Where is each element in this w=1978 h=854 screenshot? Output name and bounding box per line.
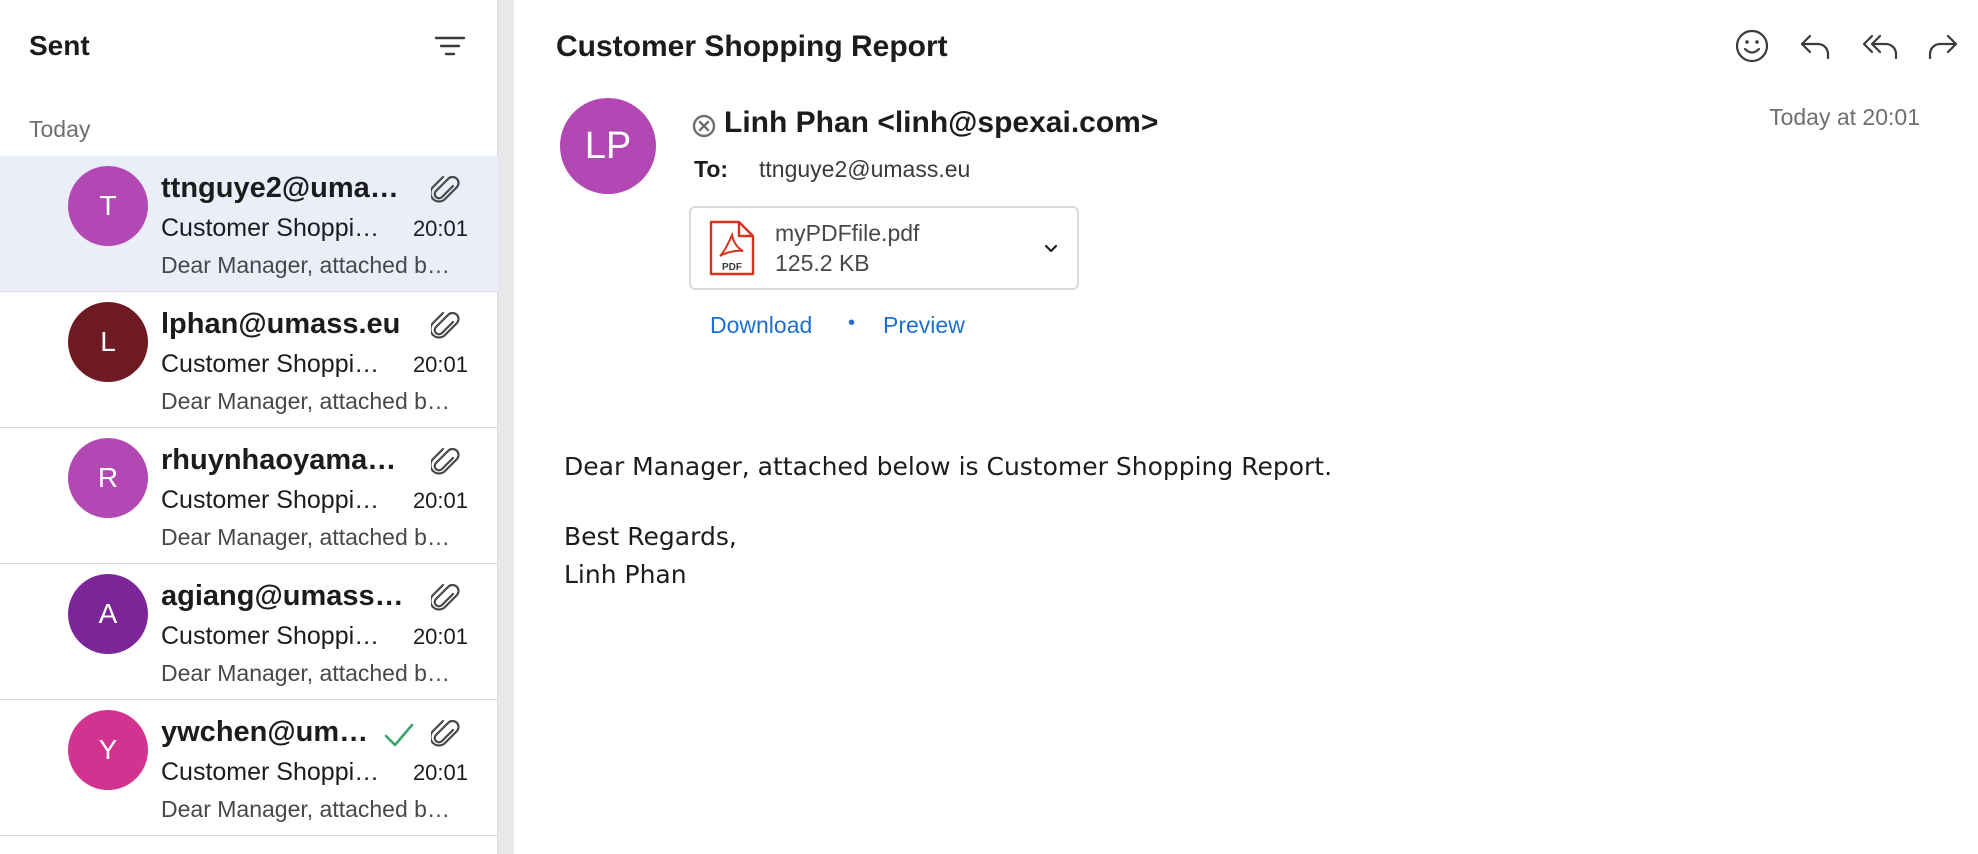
message-sender: ttnguye2@umass.eu — [161, 172, 411, 204]
download-link[interactable]: Download — [710, 312, 812, 339]
attachment-icon — [429, 174, 461, 208]
attachment-card[interactable]: PDF myPDFfile.pdf 125.2 KB — [689, 206, 1079, 290]
message-item[interactable]: R rhuynhaoyama@umass.eu Customer Shoppin… — [0, 428, 498, 564]
attachment-icon — [429, 446, 461, 480]
link-separator: • — [848, 312, 856, 334]
attachment-name: myPDFfile.pdf — [775, 220, 920, 246]
attachment-icon — [429, 582, 461, 616]
message-subject: Customer Shopping Report — [161, 350, 393, 378]
message-subject: Customer Shopping Report — [161, 486, 393, 514]
avatar-initial: T — [99, 190, 117, 221]
avatar: R — [68, 438, 148, 518]
message-preview: Dear Manager, attached below is Customer… — [161, 252, 461, 278]
filter-icon[interactable] — [432, 30, 468, 62]
sender-initials: LP — [584, 124, 632, 167]
avatar: Y — [68, 710, 148, 790]
sender-name[interactable]: Linh Phan <linh@spexai.com> — [724, 106, 1158, 140]
email-signoff: Best Regards, — [564, 522, 737, 551]
pane-divider[interactable] — [498, 0, 514, 854]
emoji-reaction-icon[interactable] — [1732, 26, 1772, 66]
preview-link[interactable]: Preview — [883, 312, 965, 339]
message-preview: Dear Manager, attached below is Customer… — [161, 796, 461, 822]
attachment-icon — [429, 310, 461, 344]
message-sender: agiang@umass.eu — [161, 580, 411, 612]
avatar-initial: R — [97, 462, 119, 493]
email-signature: Linh Phan — [564, 560, 687, 589]
message-preview: Dear Manager, attached below is Customer… — [161, 388, 461, 414]
message-item[interactable]: A agiang@umass.eu Customer Shopping Repo… — [0, 564, 498, 700]
message-subject: Customer Shopping Report — [161, 214, 393, 242]
avatar: L — [68, 302, 148, 382]
message-subject: Customer Shopping Report — [161, 758, 393, 786]
replied-check-icon — [382, 720, 416, 750]
chevron-down-icon[interactable] — [1041, 238, 1061, 258]
forward-icon[interactable] — [1922, 26, 1962, 66]
email-date: Today at 20:01 — [1769, 104, 1920, 130]
sender-avatar: LP — [560, 98, 656, 194]
message-time: 20:01 — [412, 624, 468, 649]
email-body-line: Dear Manager, attached below is Customer… — [564, 452, 1333, 481]
message-preview: Dear Manager, attached below is Customer… — [161, 524, 461, 550]
reply-icon[interactable] — [1796, 26, 1836, 66]
message-time: 20:01 — [412, 352, 468, 377]
attachment-icon — [429, 718, 461, 752]
message-preview: Dear Manager, attached below is Customer… — [161, 660, 461, 686]
message-list-pane: Sent Today T ttnguye2@umass.eu Customer … — [0, 0, 498, 854]
message-sender: ywchen@umass.eu — [161, 716, 376, 748]
avatar-initial: Y — [98, 734, 118, 765]
reading-pane: Customer Shopping Report LP Linh Phan <l… — [514, 0, 1978, 854]
avatar-initial: L — [100, 326, 116, 357]
section-header-today: Today — [29, 116, 91, 142]
avatar: T — [68, 166, 148, 246]
avatar: A — [68, 574, 148, 654]
message-item[interactable]: Y ywchen@umass.eu Customer Shopping Repo… — [0, 700, 498, 836]
email-subject: Customer Shopping Report — [556, 30, 948, 63]
message-sender: lphan@umass.eu — [161, 308, 401, 340]
reply-all-icon[interactable] — [1860, 26, 1900, 66]
unverified-sender-icon[interactable] — [691, 113, 717, 139]
recipient-address[interactable]: ttnguye2@umass.eu — [759, 156, 970, 183]
pdf-file-icon: PDF — [707, 218, 757, 278]
list-header: Sent — [0, 0, 498, 92]
message-sender: rhuynhaoyama@umass.eu — [161, 444, 411, 476]
message-time: 20:01 — [412, 760, 468, 785]
message-subject: Customer Shopping Report — [161, 622, 393, 650]
message-item[interactable]: L lphan@umass.eu Customer Shopping Repor… — [0, 292, 498, 428]
attachment-size: 125.2 KB — [775, 250, 870, 276]
message-item[interactable]: T ttnguye2@umass.eu Customer Shopping Re… — [0, 156, 498, 292]
pdf-badge: PDF — [722, 262, 742, 273]
avatar-initial: A — [98, 598, 118, 629]
message-time: 20:01 — [412, 488, 468, 513]
message-time: 20:01 — [412, 216, 468, 241]
to-label: To: — [694, 156, 729, 182]
mailbox-title: Sent — [29, 30, 90, 61]
